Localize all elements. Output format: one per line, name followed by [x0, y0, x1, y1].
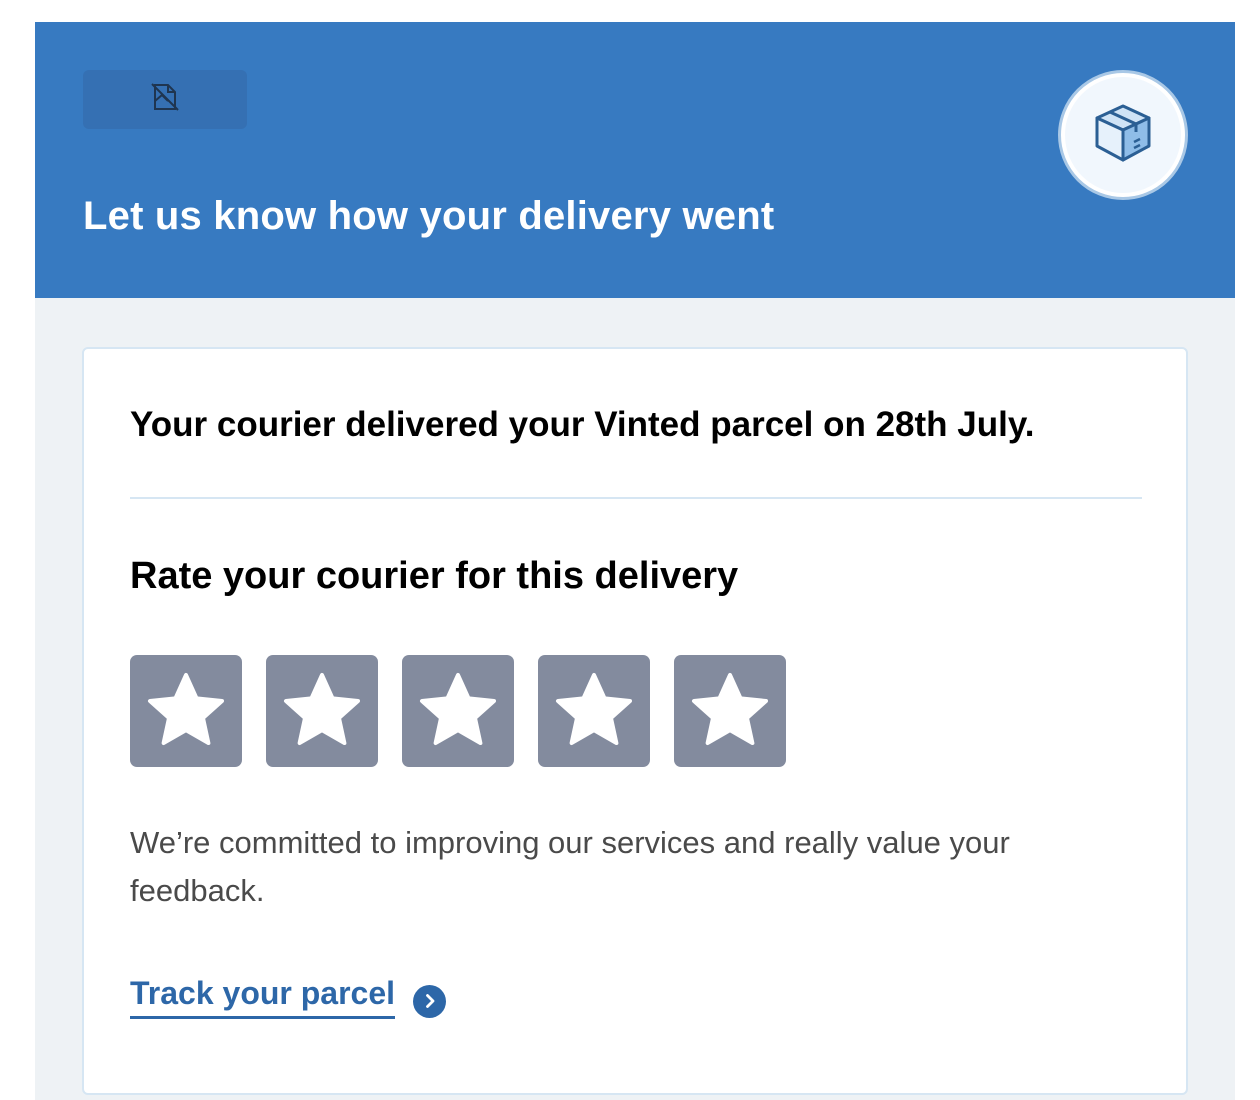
star-icon [148, 673, 224, 745]
logo-placeholder [83, 70, 247, 129]
delivery-message: Your courier delivered your Vinted parce… [130, 405, 1035, 444]
star-button-2[interactable] [266, 655, 378, 767]
track-parcel-link[interactable]: Track your parcel [130, 975, 447, 1019]
star-button-1[interactable] [130, 655, 242, 767]
rating-heading: Rate your courier for this delivery [130, 555, 739, 597]
delivery-card: Your courier delivered your Vinted parce… [82, 347, 1188, 1095]
star-button-5[interactable] [674, 655, 786, 767]
star-button-3[interactable] [402, 655, 514, 767]
track-parcel-label[interactable]: Track your parcel [130, 975, 396, 1019]
header-banner: Let us know how your delivery went [35, 22, 1235, 298]
feedback-message: We’re committed to improving our service… [130, 825, 1010, 908]
parcel-box-icon [1088, 98, 1158, 173]
star-icon [420, 673, 496, 745]
divider [130, 497, 1142, 499]
parcel-badge [1058, 70, 1188, 200]
star-rating [130, 655, 786, 767]
star-icon [284, 673, 360, 745]
email-body: Let us know how your delivery went Your … [35, 22, 1235, 1100]
broken-image-icon [149, 81, 181, 118]
chevron-right-icon[interactable] [413, 984, 447, 1018]
star-icon [556, 673, 632, 745]
star-icon [692, 673, 768, 745]
star-button-4[interactable] [538, 655, 650, 767]
page-title: Let us know how your delivery went [83, 194, 775, 238]
